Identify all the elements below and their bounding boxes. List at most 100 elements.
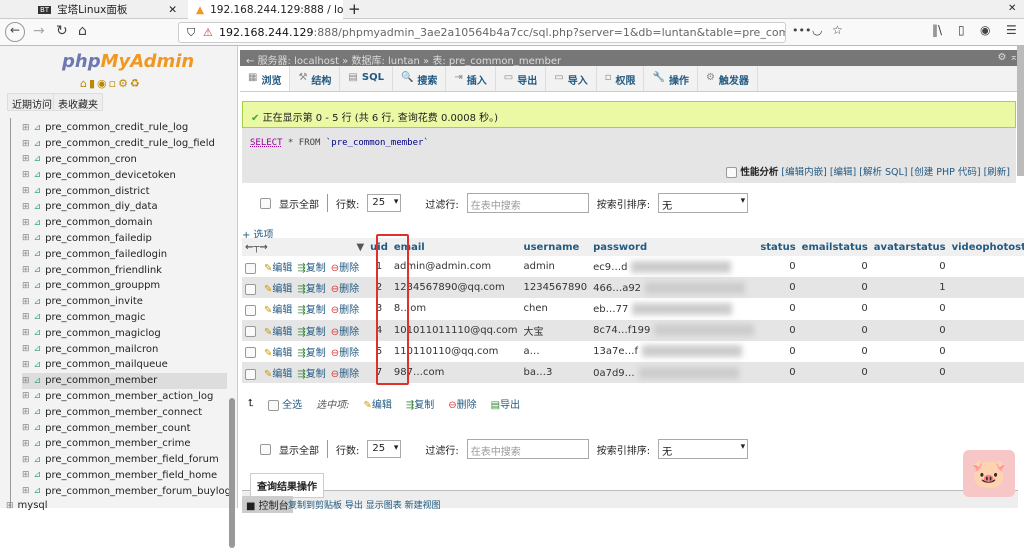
sidebar-table-item[interactable]: ⊞ ⊿ pre_common_member_forum_buylog xyxy=(22,483,231,499)
cell-password[interactable]: ec9…d xyxy=(590,256,758,278)
cell-password[interactable]: 13a7e…f xyxy=(590,340,758,362)
cell-videophotostatus[interactable]: 0 xyxy=(948,361,1024,384)
bookmark-star-icon[interactable]: ☆ xyxy=(832,23,843,37)
cell-videophotostatus[interactable]: 0 xyxy=(948,298,1024,320)
row-checkbox[interactable] xyxy=(245,283,256,295)
sidebar-table-item[interactable]: ⊞ ⊿ pre_common_invite xyxy=(22,294,227,310)
cell-email[interactable]: admin@admin.com xyxy=(390,256,521,278)
cell-status[interactable]: 0 xyxy=(757,298,799,320)
column-arrows[interactable]: ←┬→ ▼ xyxy=(242,238,368,256)
expand-icon[interactable]: ⊞ xyxy=(22,297,30,307)
cell-username[interactable]: admin xyxy=(520,256,591,278)
expand-icon[interactable]: ⊞ xyxy=(22,391,30,401)
browser-tab-bt[interactable]: BT 宝塔Linux面板 ✕ xyxy=(30,0,185,19)
breadcrumb[interactable]: ← 服务器: localhost » 数据库: luntan » 表: pre_… xyxy=(240,50,1024,67)
query-links[interactable]: [编辑内嵌] [编辑] [解析 SQL] [创建 PHP 代码] [刷新] xyxy=(781,167,1010,178)
quick-links-icons[interactable]: ⌂▮◉▫⚙♻ xyxy=(80,77,142,90)
new-tab-icon[interactable]: + xyxy=(348,0,361,18)
cell-emailstatus[interactable]: 0 xyxy=(798,277,871,299)
column-header-email[interactable]: email xyxy=(390,238,521,256)
sidebar-table-item[interactable]: ⊞ ⊿ pre_common_cron xyxy=(22,152,227,168)
cell-videophotostatus[interactable]: 0 xyxy=(948,319,1024,341)
sidebar-table-item[interactable]: ⊞ ⊿ pre_common_district xyxy=(22,183,227,199)
delete-link[interactable]: ⊖删除 xyxy=(331,284,359,295)
cell-avatarstatus[interactable]: 0 xyxy=(870,319,949,341)
profiling-checkbox[interactable] xyxy=(726,167,738,178)
expand-icon[interactable]: ⊞ xyxy=(22,312,30,322)
cell-username[interactable]: ba…3 xyxy=(520,361,591,384)
cell-password[interactable]: 466…a92 xyxy=(590,277,758,299)
cell-avatarstatus[interactable]: 0 xyxy=(870,340,949,362)
edit-link[interactable]: ✎编辑 xyxy=(264,369,292,380)
copy-link[interactable]: ⇶复制 xyxy=(297,284,325,295)
cell-status[interactable]: 0 xyxy=(757,361,799,384)
sidebar-table-item[interactable]: ⊞ ⊿ pre_common_member_count xyxy=(22,420,227,436)
expand-icon[interactable]: ⊞ xyxy=(22,328,30,338)
tab-9[interactable]: ⚙ 触发器 xyxy=(698,66,758,91)
sidebar-table-item[interactable]: ⊞ ⊿ pre_common_grouppm xyxy=(22,278,227,294)
sidebar-table-item[interactable]: ⊞ ⊿ pre_common_failedip xyxy=(22,231,227,247)
cell-emailstatus[interactable]: 0 xyxy=(798,256,871,278)
cell-username[interactable]: 大宝 xyxy=(520,319,591,341)
row-checkbox[interactable] xyxy=(245,326,256,338)
expand-icon[interactable]: ⊞ xyxy=(22,360,30,370)
row-checkbox[interactable] xyxy=(245,347,256,359)
row-checkbox[interactable] xyxy=(245,262,256,274)
filter-input[interactable]: 在表中搜索 xyxy=(466,193,589,213)
expand-icon[interactable]: ⊞ xyxy=(22,407,30,417)
expand-icon[interactable]: ⊞ xyxy=(22,218,30,228)
tab-4[interactable]: ⇥ 插入 xyxy=(446,66,496,91)
console-button[interactable]: ■ 控制台 xyxy=(242,496,293,513)
sidebar-table-item[interactable]: ⊞ ⊿ pre_common_member_field_forum xyxy=(22,452,227,468)
copy-link[interactable]: ⇶复制 xyxy=(297,369,325,380)
home-icon[interactable]: ⌂ xyxy=(78,23,87,39)
sidebar-table-item[interactable]: ⊞ ⊿ pre_common_member_connect xyxy=(22,404,227,420)
show-all-checkbox[interactable] xyxy=(260,197,271,209)
sidebar-table-item[interactable]: ⊞ ⊿ pre_common_mailcron xyxy=(22,341,227,357)
cell-videophotostatus[interactable]: 0 xyxy=(948,256,1024,278)
delete-link[interactable]: ⊖删除 xyxy=(331,305,359,316)
sort-select[interactable]: 无 xyxy=(658,439,749,459)
cell-email[interactable]: 101011011110@qq.com xyxy=(390,319,521,341)
recent-tables-button[interactable]: 近期访问 xyxy=(7,93,57,111)
cell-username[interactable]: chen xyxy=(520,298,591,320)
expand-icon[interactable]: ⊞ xyxy=(22,376,30,386)
cell-email[interactable]: 987…com xyxy=(390,361,521,384)
expand-icon[interactable]: ⊞ xyxy=(22,249,30,259)
menu-icon[interactable]: ☰ xyxy=(1006,23,1017,37)
cell-username[interactable]: 1234567890 xyxy=(520,277,591,299)
sidebar-table-item[interactable]: ⊞ ⊿ pre_common_devicetoken xyxy=(22,167,227,183)
account-icon[interactable]: ◉ xyxy=(980,23,990,37)
bulk-edit-button[interactable]: ✎编辑 xyxy=(363,396,391,411)
expand-icon[interactable]: ⊞ xyxy=(22,123,30,133)
reload-icon[interactable]: ↻ xyxy=(56,23,68,39)
expand-icon[interactable]: ⊞ xyxy=(22,455,30,465)
sidebar-table-item[interactable]: ⊞ ⊿ pre_common_member_field_home xyxy=(22,468,227,484)
sidebar-table-item[interactable]: ⊞ ⊿ pre_common_friendlink xyxy=(22,262,227,278)
cell-username[interactable]: a… xyxy=(520,340,591,362)
tab-5[interactable]: ▭ 导出 xyxy=(496,66,547,91)
delete-link[interactable]: ⊖删除 xyxy=(331,327,359,338)
expand-icon[interactable]: ⊞ xyxy=(22,202,30,212)
tab-2[interactable]: ▤ SQL xyxy=(340,66,393,91)
expand-icon[interactable]: ⊞ xyxy=(22,170,30,180)
sidebar-table-item[interactable]: ⊞ ⊿ pre_common_magic xyxy=(22,310,227,326)
cell-password[interactable]: 8c74…f199 xyxy=(590,319,758,341)
close-icon[interactable]: ✕ xyxy=(168,4,177,16)
rows-select[interactable]: 25 xyxy=(367,194,402,212)
browser-tab-phpmyadmin[interactable]: ▲ 192.168.244.129:888 / lo xyxy=(188,0,343,19)
cell-avatarstatus[interactable]: 0 xyxy=(870,298,949,320)
expand-icon[interactable]: ⊞ xyxy=(22,470,30,480)
sidebar-table-item[interactable]: ⊞ ⊿ pre_common_diy_data xyxy=(22,199,227,215)
expand-icon[interactable]: ⊞ xyxy=(22,154,30,164)
tab-3[interactable]: 🔍 搜索 xyxy=(393,66,447,91)
copy-link[interactable]: ⇶复制 xyxy=(297,263,325,274)
sidebar-table-item[interactable]: ⊞ ⊿ pre_common_credit_rule_log_field xyxy=(22,136,227,152)
column-header-status[interactable]: status xyxy=(757,238,799,256)
sidebar-table-item[interactable]: ⊞ ⊿ pre_common_domain xyxy=(22,215,227,231)
cell-emailstatus[interactable]: 0 xyxy=(798,298,871,320)
sidebar-table-item[interactable]: ⊞ ⊿ pre_common_member_action_log xyxy=(22,389,227,405)
expand-icon[interactable]: ⊞ xyxy=(22,439,30,449)
expand-icon[interactable]: ⊞ xyxy=(22,423,30,433)
sidebar-table-item[interactable]: ⊞ ⊿ pre_common_member xyxy=(22,372,227,389)
